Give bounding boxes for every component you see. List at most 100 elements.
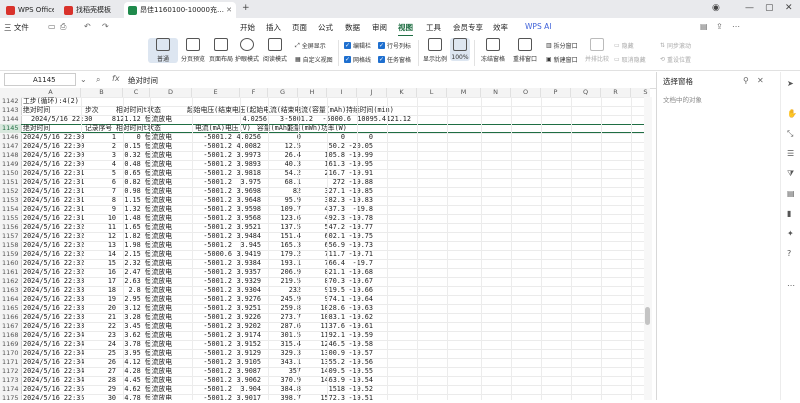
cell[interactable]: 24 xyxy=(108,340,116,349)
cell[interactable]: 2 xyxy=(112,142,116,151)
cell[interactable]: -19.63 xyxy=(348,304,373,313)
cell[interactable]: 3.45 恒流放电 xyxy=(124,322,172,331)
cell[interactable]: 357 xyxy=(289,367,301,376)
cell[interactable]: -19.85 xyxy=(348,187,373,196)
new-tab-icon[interactable]: + xyxy=(242,3,250,13)
cell[interactable]: 25 xyxy=(108,349,116,358)
cell[interactable]: -5001.2 xyxy=(203,241,232,250)
editbar-checkbox[interactable]: ✓ 编辑栏 xyxy=(344,41,371,50)
table-row[interactable]: 2024/5/16 22:31 8 1.15 恒流放电 -5001.2 3.9648 95… xyxy=(21,196,650,205)
cell[interactable]: 1572.3 xyxy=(320,394,345,400)
cell[interactable]: 11 xyxy=(108,223,116,232)
table-row[interactable]: 2024/5/16 22:31 7 0.98 恒流放电 -5001.2 3.9698 82… xyxy=(21,187,650,196)
table-row[interactable]: 2024/5/16 22:33 20 3.12 恒流放电 -5001.2 3.9251 2… xyxy=(21,304,650,313)
cell[interactable]: -5001.2 xyxy=(203,187,232,196)
row-header[interactable]: 1169 xyxy=(0,340,21,349)
cell[interactable]: 5 xyxy=(112,169,116,178)
row-header[interactable]: 1151 xyxy=(0,178,21,187)
cell[interactable]: 0.82 恒流放电 xyxy=(124,178,172,187)
cell[interactable]: 2024/5/16 22:32 xyxy=(23,259,84,268)
cell[interactable]: -5001.2 xyxy=(203,259,232,268)
cell[interactable]: 4.78 恒流放电 xyxy=(124,394,172,400)
cell[interactable]: 0.32 恒流放电 xyxy=(124,151,172,160)
cell[interactable]: -19.58 xyxy=(348,340,373,349)
cell[interactable]: 0 恒流放电 xyxy=(137,133,172,142)
cell[interactable]: -19.77 xyxy=(348,223,373,232)
list-icon[interactable]: ▤ xyxy=(787,190,795,198)
cell[interactable]: 3.62 恒流放电 xyxy=(124,331,172,340)
cell[interactable]: 1463.9 xyxy=(320,376,345,385)
sheet-grid[interactable]: 工步(循环):4(2) 绝对时间 步次 相对时间t状态 起始电压(结束电压(起始电流(结… xyxy=(21,97,650,400)
taskpane-checkbox[interactable]: ✓ 任务窗格 xyxy=(378,55,411,64)
cell[interactable]: 2024/5/16 22:30 xyxy=(23,160,84,169)
print-icon[interactable]: ⎙ xyxy=(60,23,68,31)
cell[interactable]: 23 xyxy=(108,331,116,340)
cell[interactable]: 2024/5/16 22:31 xyxy=(23,187,84,196)
table-row[interactable]: 2024/5/16 22:34 26 4.12 恒流放电 -5001.2 3.9105 3… xyxy=(21,358,650,367)
cell[interactable]: -5001.2 xyxy=(203,232,232,241)
cell[interactable]: -19.64 xyxy=(348,295,373,304)
cell[interactable]: 19 xyxy=(108,295,116,304)
cell[interactable]: -5001.2 xyxy=(203,304,232,313)
cell[interactable]: 2024/5/16 22:33 xyxy=(23,322,84,331)
table-row[interactable]: 2024/5/16 22:32 11 1.65 恒流放电 -5001.2 3.9521 1… xyxy=(21,223,650,232)
cell[interactable]: 1.82 恒流放电 xyxy=(124,232,172,241)
cell[interactable]: 2024/5/16 22:33 xyxy=(23,286,84,295)
cell[interactable]: 3.28 恒流放电 xyxy=(124,313,172,322)
side-by-side-button[interactable]: 并排比较 xyxy=(582,38,612,63)
cell[interactable]: 步次 xyxy=(85,106,99,115)
row-header[interactable]: 1156 xyxy=(0,223,21,232)
cell[interactable]: -5001.2 xyxy=(203,349,232,358)
row-header[interactable]: 1148 xyxy=(0,151,21,160)
cell[interactable]: 绝对时间 xyxy=(23,125,50,132)
cell[interactable]: 21 xyxy=(108,313,116,322)
hand-icon[interactable]: ✋ xyxy=(787,110,797,118)
cell[interactable]: 2.32 恒流放电 xyxy=(124,259,172,268)
table-row[interactable]: 2024/5/16 22:32 13 1.98 恒流放电 -5001.2 3.945 16… xyxy=(21,241,650,250)
cell[interactable]: 10 xyxy=(108,214,116,223)
cell[interactable]: -20.05 xyxy=(348,142,373,151)
table-row[interactable]: 2024/5/16 22:32 16 2.47 恒流放电 -5001.2 3.9357 2… xyxy=(21,268,650,277)
table-row[interactable]: 2024/5/16 22:31 10 1.48 恒流放电 -5001.2 3.9568 1… xyxy=(21,214,650,223)
row-header[interactable]: 1167 xyxy=(0,322,21,331)
cell[interactable]: 10095.4 xyxy=(357,115,386,124)
cell[interactable]: 82 xyxy=(293,187,301,196)
table-row[interactable]: 2024/5/16 22:34 28 4.45 恒流放电 -5001.2 3.9062 3… xyxy=(21,376,650,385)
scroll-thumb[interactable] xyxy=(645,307,650,325)
row-header[interactable]: 1161 xyxy=(0,268,21,277)
table-row[interactable]: 2024/5/16 22:32 12 1.82 恒流放电 -5001.2 3.9484 1… xyxy=(21,232,650,241)
menu-insert[interactable]: 插入 xyxy=(266,22,281,33)
column-header-f[interactable]: F xyxy=(240,88,268,97)
row-header[interactable]: 1157 xyxy=(0,232,21,241)
cell[interactable]: 1028.6 xyxy=(320,304,345,313)
row-header[interactable]: 1168 xyxy=(0,331,21,340)
table-row[interactable]: 2024/5/16 22:30 2 0.15 恒流放电 -5001.2 4.0082 12… xyxy=(21,142,650,151)
cell[interactable]: 4.28 恒流放电 xyxy=(124,367,172,376)
table-row[interactable]: 绝对时间 步次 相对时间t状态 起始电压(结束电压(起始电流(结束电流(容量(mAh)… xyxy=(21,106,650,115)
cell[interactable]: 0.15 恒流放电 xyxy=(124,142,172,151)
gridlines-checkbox[interactable]: ✓ 网格线 xyxy=(344,55,371,64)
cell[interactable]: 1.32 恒流放电 xyxy=(124,205,172,214)
custom-view-button[interactable]: ▦ 自定义视图 xyxy=(295,55,333,64)
share-icon[interactable]: ⇪ xyxy=(716,23,724,31)
row-header[interactable]: 1146 xyxy=(0,133,21,142)
table-row[interactable]: 2024/5/16 22:31 5 0.65 恒流放电 -5001.2 3.9818 54… xyxy=(21,169,650,178)
row-header[interactable]: 1163 xyxy=(0,286,21,295)
cell[interactable]: 15 xyxy=(108,259,116,268)
cell[interactable]: -5001.2 xyxy=(203,394,232,400)
row-header[interactable]: 1165 xyxy=(0,304,21,313)
cell[interactable]: 2024/5/16 22:33 xyxy=(23,277,84,286)
row-header[interactable]: 1154 xyxy=(0,205,21,214)
cell[interactable]: 1246.5 xyxy=(320,340,345,349)
filter-icon[interactable]: ⧩ xyxy=(787,170,795,178)
pin-icon[interactable]: ⚲ xyxy=(743,76,749,85)
cell[interactable]: -19.75 xyxy=(348,232,373,241)
cell[interactable]: -5001.2 xyxy=(203,313,232,322)
cell[interactable]: 2024/5/16 22:33 xyxy=(23,304,84,313)
cell[interactable]: 3.12 恒流放电 xyxy=(124,304,172,313)
cell[interactable]: -19.67 xyxy=(348,277,373,286)
table-row[interactable]: 2024/5/16 22:34 24 3.78 恒流放电 -5001.2 3.9152 3… xyxy=(21,340,650,349)
selected-row[interactable]: 绝对时间 记录序号 相对时间t状态 电流(mA) 电压(V) 容量(mAh) 能量(mWh)… xyxy=(21,124,650,133)
pane-more-icon[interactable]: ⋯ xyxy=(787,282,795,290)
cell[interactable]: 16 xyxy=(108,268,116,277)
